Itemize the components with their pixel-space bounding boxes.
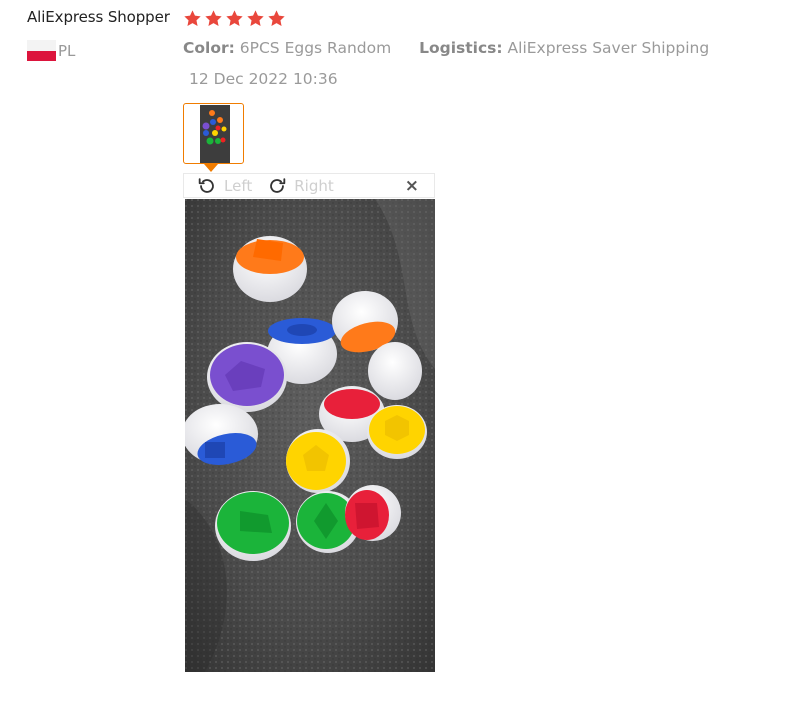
- review-card: AliExpress Shopper PL Color: 6PCS Eggs R…: [0, 0, 800, 717]
- photo-viewer-toolbar: Left Right ×: [183, 173, 435, 198]
- country-code: PL: [58, 41, 76, 60]
- rotate-left-icon: [198, 177, 214, 193]
- rotate-right-icon: [270, 177, 286, 193]
- rating-stars: [183, 9, 286, 28]
- color-attribute-value: 6PCS Eggs Random: [239, 39, 392, 57]
- star-icon: [184, 10, 201, 26]
- close-icon[interactable]: ×: [405, 176, 419, 196]
- logistics-attribute-key: Logistics:: [419, 39, 503, 57]
- review-photo-large: [185, 199, 435, 672]
- reviewer-name: AliExpress Shopper: [27, 8, 170, 26]
- thumbnail-pointer: [204, 164, 218, 172]
- flag-icon: [27, 40, 56, 61]
- color-attribute-key: Color:: [183, 39, 235, 57]
- star-icon: [247, 10, 264, 26]
- rotate-right-label: Right: [294, 176, 334, 195]
- review-photo-thumbnail[interactable]: [183, 103, 244, 164]
- rotate-right-button[interactable]: Right: [266, 175, 334, 197]
- logistics-attribute-value: AliExpress Saver Shipping: [507, 39, 710, 57]
- rotate-left-button[interactable]: Left: [196, 175, 252, 197]
- star-icon: [226, 10, 243, 26]
- thumbnail-image: [200, 105, 230, 163]
- reviewer-country: PL: [27, 40, 75, 61]
- review-attributes: Color: 6PCS Eggs Random Logistics: AliEx…: [183, 39, 709, 57]
- review-date: 12 Dec 2022 10:36: [189, 70, 338, 88]
- rotate-left-label: Left: [224, 176, 253, 195]
- star-icon: [205, 10, 222, 26]
- star-icon: [268, 10, 285, 26]
